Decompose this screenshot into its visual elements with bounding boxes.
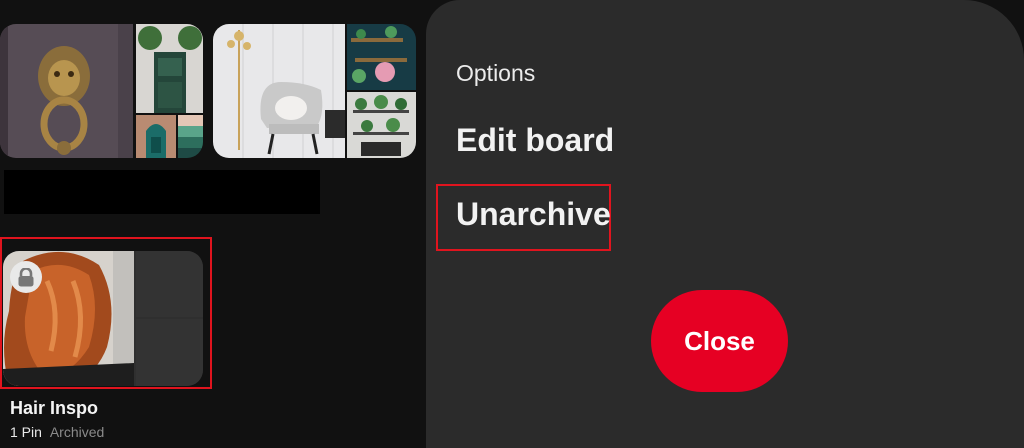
hair-inspo-board-cover[interactable]: [3, 251, 203, 386]
lion-door-knocker-image: [0, 24, 133, 158]
close-button[interactable]: Close: [651, 290, 788, 392]
color-swatches-image: [178, 115, 203, 158]
archived-status: Archived: [49, 424, 105, 440]
board-cover-1[interactable]: [0, 24, 203, 158]
armchair-room-image: [213, 24, 345, 158]
wall-shelves-image: [347, 24, 416, 90]
lock-icon: [10, 261, 42, 293]
options-sheet: Options Edit board Unarchive Close: [426, 0, 1024, 448]
unarchive-option[interactable]: Unarchive: [456, 196, 611, 233]
green-front-door-image: [136, 24, 203, 113]
empty-cover-slot-bottom: [136, 319, 203, 386]
board-meta: 1 Pin Archived: [10, 424, 104, 440]
pin-count: 1 Pin: [10, 424, 42, 440]
arched-window-image: [136, 115, 176, 158]
redacted-board-name: [4, 170, 320, 214]
edit-board-option[interactable]: Edit board: [456, 122, 614, 159]
options-heading: Options: [456, 60, 536, 86]
board-name-hair-inspo[interactable]: Hair Inspo: [10, 398, 98, 419]
plant-shelf-image: [347, 92, 416, 158]
board-cover-2[interactable]: [213, 24, 416, 158]
empty-cover-slot-top: [136, 251, 203, 317]
